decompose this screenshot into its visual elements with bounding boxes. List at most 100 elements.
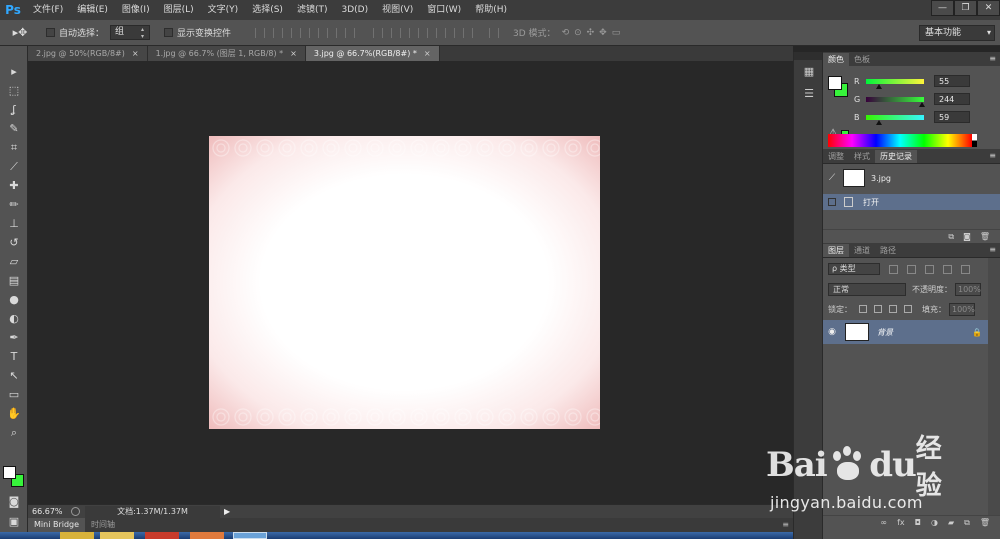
eyedropper-tool-icon[interactable]: ⟋ <box>0 157 28 176</box>
red-slider[interactable] <box>866 78 924 89</box>
distribute-vcenter-icon[interactable] <box>391 27 402 38</box>
panel-menu-icon[interactable]: ≡ <box>989 54 996 63</box>
menu-3d[interactable]: 3D(D) <box>334 0 375 20</box>
align-bottom-icon[interactable] <box>291 27 302 38</box>
lock-transparent-icon[interactable] <box>859 305 867 313</box>
red-slider-thumb[interactable] <box>875 83 882 89</box>
photoshop-logo[interactable]: Ps <box>0 0 26 20</box>
distribute-bottom-icon[interactable] <box>409 27 420 38</box>
properties-panel-icon[interactable]: ☰ <box>794 82 824 104</box>
tab-adjustments[interactable]: 调整 <box>823 150 849 163</box>
history-step[interactable]: 打开 <box>823 194 1000 210</box>
menu-file[interactable]: 文件(F) <box>26 0 70 20</box>
add-mask-icon[interactable]: ◘ <box>915 518 921 527</box>
history-brush-icon[interactable]: ↺ <box>0 233 28 252</box>
tab-mini-bridge[interactable]: Mini Bridge <box>28 518 86 532</box>
filter-type-icon[interactable] <box>925 264 934 274</box>
status-menu-arrow-icon[interactable]: ▶ <box>224 507 230 516</box>
tab-close-icon[interactable]: × <box>132 49 139 58</box>
minimize-button[interactable]: — <box>931 0 954 16</box>
opacity-input[interactable]: 100% <box>955 282 981 296</box>
tab-1jpg[interactable]: 1.jpg @ 66.7% (图层 1, RGB/8) * × <box>147 46 306 61</box>
green-slider[interactable] <box>866 96 925 107</box>
color-spectrum-ramp[interactable] <box>828 134 972 147</box>
visibility-eye-icon[interactable]: ◉ <box>823 327 841 337</box>
new-layer-icon[interactable]: ⧉ <box>964 518 970 528</box>
link-layers-icon[interactable]: ∞ <box>880 518 887 527</box>
delete-state-trash-icon[interactable]: 🗑 <box>980 232 990 241</box>
history-panel-icon[interactable]: ▦ <box>794 60 824 82</box>
history-snapshot[interactable]: ⟋ 3.jpg <box>823 167 1000 189</box>
move-tool-icon[interactable]: ▸ <box>0 62 28 81</box>
gradient-tool-icon[interactable]: ▤ <box>0 271 28 290</box>
lock-all-icon[interactable] <box>904 305 912 313</box>
brush-tool-icon[interactable]: ✏ <box>0 195 28 214</box>
blur-tool-icon[interactable]: ● <box>0 290 28 309</box>
quick-select-tool-icon[interactable]: ✎ <box>0 119 28 138</box>
zoom-level-field[interactable]: 66.67% <box>28 507 68 516</box>
layer-style-fx-icon[interactable]: fx <box>897 518 905 527</box>
menu-window[interactable]: 窗口(W) <box>420 0 468 20</box>
menu-view[interactable]: 视图(V) <box>375 0 420 20</box>
layer-row-background[interactable]: ◉ 背景 🔒 <box>823 320 988 344</box>
canvas-workspace[interactable] <box>28 61 793 504</box>
align-left-icon[interactable] <box>309 27 320 38</box>
distribute-left-icon[interactable] <box>427 27 438 38</box>
3d-tools-icon[interactable]: ⟲⊙✣✥▭ <box>562 28 626 38</box>
layers-scrollbar[interactable] <box>988 258 1000 529</box>
align-top-icon[interactable] <box>255 27 266 38</box>
show-transform-checkbox[interactable] <box>164 28 174 37</box>
tab-swatches[interactable]: 色板 <box>849 53 875 66</box>
panel-menu-icon[interactable]: ≡ <box>989 151 996 160</box>
blue-value-input[interactable]: 59 <box>934 111 970 123</box>
menu-help[interactable]: 帮助(H) <box>468 0 514 20</box>
foreground-color-swatch[interactable] <box>828 76 842 90</box>
color-swatches[interactable] <box>3 466 27 490</box>
tab-timeline[interactable]: 时间轴 <box>85 518 121 532</box>
path-select-icon[interactable]: ↖ <box>0 366 28 385</box>
filter-pixel-icon[interactable] <box>889 264 898 274</box>
new-group-folder-icon[interactable]: ▰ <box>948 518 954 527</box>
workspace-dropdown[interactable]: 基本功能 <box>919 25 995 41</box>
tab-layers[interactable]: 图层 <box>823 244 849 257</box>
taskbar-photoshop-icon[interactable] <box>233 532 267 539</box>
menu-type[interactable]: 文字(Y) <box>201 0 246 20</box>
taskbar-app-icon[interactable] <box>190 532 224 539</box>
menu-filter[interactable]: 滤镜(T) <box>290 0 335 20</box>
panel-menu-icon[interactable]: ≡ <box>782 520 789 529</box>
move-tool-preset-icon[interactable]: ▸✥ <box>0 26 40 39</box>
rectangle-tool-icon[interactable]: ▭ <box>0 385 28 404</box>
zoom-tool-icon[interactable]: ⌕ <box>0 423 28 442</box>
new-document-from-state-icon[interactable]: ⧉ <box>948 232 954 242</box>
blue-slider[interactable] <box>866 114 924 125</box>
status-info-icon[interactable] <box>71 507 80 516</box>
filter-adjustment-icon[interactable] <box>907 264 916 274</box>
lock-position-icon[interactable] <box>889 305 897 313</box>
healing-brush-icon[interactable]: ✚ <box>0 176 28 195</box>
dodge-tool-icon[interactable]: ◐ <box>0 309 28 328</box>
tab-paths[interactable]: 路径 <box>875 244 901 257</box>
auto-align-icon[interactable] <box>489 27 500 38</box>
clone-stamp-icon[interactable]: ⊥ <box>0 214 28 233</box>
blend-mode-dropdown[interactable]: 正常 <box>828 282 906 296</box>
taskbar-app-icon[interactable] <box>100 532 134 539</box>
fill-input[interactable]: 100% <box>949 302 975 316</box>
menu-select[interactable]: 选择(S) <box>245 0 290 20</box>
lock-image-icon[interactable] <box>874 305 882 313</box>
tab-styles[interactable]: 样式 <box>849 150 875 163</box>
history-step-checkbox[interactable] <box>828 198 836 206</box>
taskbar-app-icon[interactable] <box>145 532 179 539</box>
filter-smart-object-icon[interactable] <box>961 264 970 274</box>
menu-image[interactable]: 图像(I) <box>115 0 157 20</box>
black-white-ramp[interactable] <box>972 134 977 147</box>
auto-select-checkbox[interactable] <box>46 28 55 37</box>
crop-tool-icon[interactable]: ⌗ <box>0 138 28 157</box>
menu-layer[interactable]: 图层(L) <box>157 0 201 20</box>
taskbar-app-icon[interactable] <box>60 532 94 539</box>
align-hcenter-icon[interactable] <box>327 27 338 38</box>
panel-menu-icon[interactable]: ≡ <box>989 245 996 254</box>
foreground-color-swatch[interactable] <box>3 466 16 479</box>
align-vcenter-icon[interactable] <box>273 27 284 38</box>
delete-layer-trash-icon[interactable]: 🗑 <box>980 518 990 527</box>
tab-close-icon[interactable]: × <box>290 49 297 58</box>
